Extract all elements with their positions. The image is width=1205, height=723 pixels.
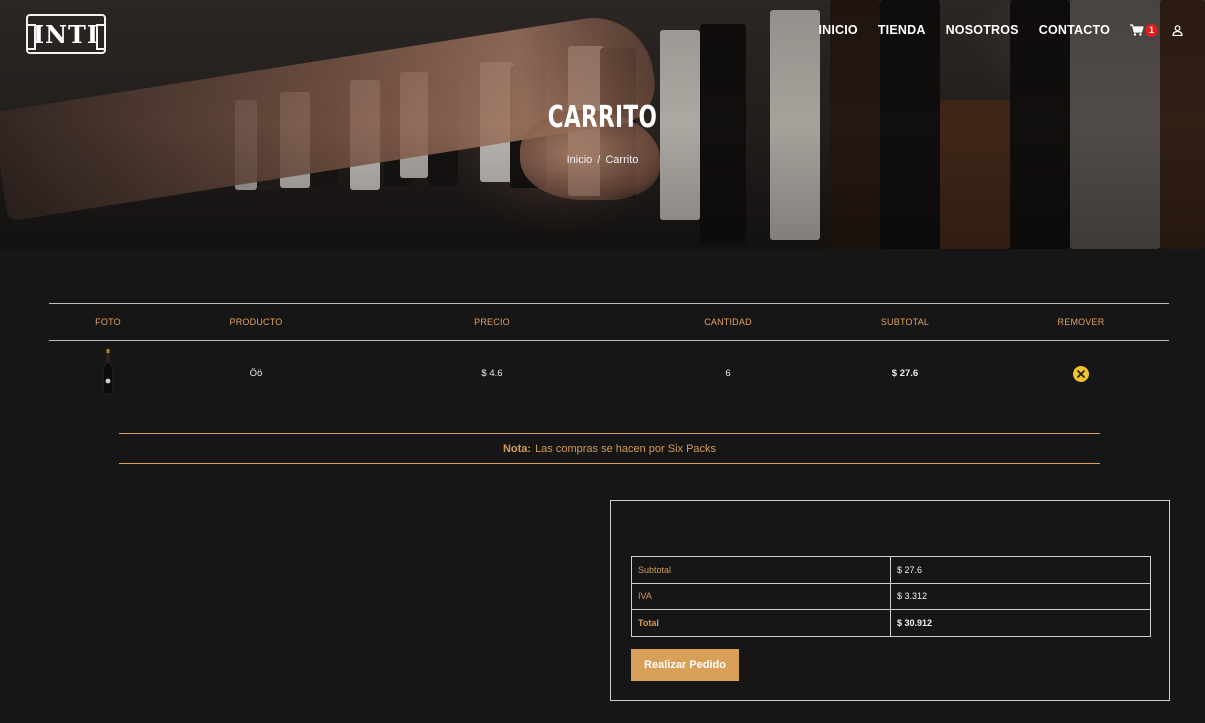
page-title: CARRITO: [547, 100, 658, 135]
cart-table: FOTO PRODUCTO PRECIO CANTIDAD SUBTOTAL R…: [49, 303, 1169, 407]
nav-item-inicio[interactable]: INICIO: [818, 23, 857, 37]
column-header-producto: PRODUCTO: [167, 303, 345, 341]
brand-logo[interactable]: INTI: [26, 14, 106, 54]
totals-row-subtotal: Subtotal $ 27.6: [631, 556, 1151, 584]
column-header-remover: REMOVER: [993, 303, 1169, 341]
breadcrumb: Inicio / Carrito: [0, 154, 1205, 166]
totals-label: IVA: [631, 582, 891, 610]
breadcrumb-separator: /: [597, 154, 601, 166]
totals-value: $ 3.312: [890, 582, 1151, 610]
remove-cell: [993, 341, 1169, 407]
totals-label: Total: [631, 609, 891, 637]
close-icon: [1077, 369, 1085, 378]
totals-label: Subtotal: [631, 556, 891, 584]
purchase-note: Nota: Las compras se hacen por Six Packs: [119, 433, 1100, 464]
user-account-button[interactable]: [1172, 24, 1183, 36]
cart-count-badge: 1: [1145, 23, 1158, 37]
product-name: Öö: [249, 368, 263, 380]
product-photo[interactable]: [102, 349, 114, 395]
totals-table: Subtotal $ 27.6 IVA $ 3.312 Total $ 30.9…: [631, 556, 1151, 637]
nav-item-nosotros[interactable]: NOSOTROS: [946, 23, 1019, 37]
product-subtotal: $ 27.6: [891, 368, 919, 380]
shopping-cart-icon: [1130, 24, 1144, 36]
product-photo-cell: [49, 341, 167, 407]
column-header-cantidad: CANTIDAD: [639, 303, 817, 341]
table-row: Öö $ 4.6 6 $ 27.6: [49, 341, 1169, 407]
breadcrumb-current: Carrito: [605, 154, 639, 166]
totals-value: $ 30.912: [890, 609, 1151, 637]
cart-table-header: FOTO PRODUCTO PRECIO CANTIDAD SUBTOTAL R…: [49, 303, 1169, 341]
nav-item-tienda[interactable]: TIENDA: [878, 23, 926, 37]
main-nav: INICIO TIENDA NOSOTROS CONTACTO 1: [798, 20, 1183, 40]
nav-item-contacto[interactable]: CONTACTO: [1039, 23, 1110, 37]
totals-value: $ 27.6: [890, 556, 1151, 584]
column-header-precio: PRECIO: [345, 303, 639, 341]
column-header-subtotal: SUBTOTAL: [817, 303, 993, 341]
totals-row-iva: IVA $ 3.312: [631, 582, 1151, 610]
note-label: Nota:: [502, 442, 532, 455]
cart-button[interactable]: 1: [1130, 23, 1158, 37]
totals-row-total: Total $ 30.912: [631, 609, 1151, 637]
remove-item-button[interactable]: [1073, 365, 1089, 382]
order-summary: Subtotal $ 27.6 IVA $ 3.312 Total $ 30.9…: [610, 500, 1170, 701]
breadcrumb-home-link[interactable]: Inicio: [567, 154, 593, 166]
product-price: $ 4.6: [481, 368, 503, 380]
product-quantity: 6: [725, 368, 731, 380]
place-order-button[interactable]: Realizar Pedido: [631, 649, 739, 681]
note-text: Las compras se hacen por Six Packs: [535, 442, 717, 455]
beer-bottle-icon: [102, 349, 114, 395]
column-header-foto: FOTO: [49, 303, 167, 341]
user-icon: [1172, 24, 1183, 36]
